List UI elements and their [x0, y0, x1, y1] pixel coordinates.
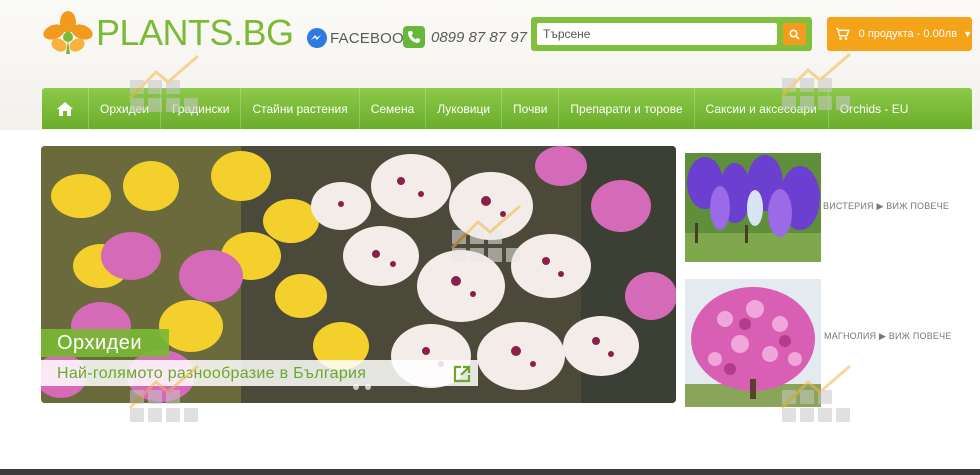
phone-contact[interactable]: 0899 87 87 97 [403, 26, 527, 48]
nav-item-pots-accessories[interactable]: Саксии и аксесоари [695, 88, 829, 129]
slider-dot[interactable] [353, 384, 359, 390]
nav-item-bulbs[interactable]: Луковици [426, 88, 503, 129]
page-bottom-border [0, 469, 980, 475]
slider-dots [353, 384, 371, 390]
slider-dot[interactable] [365, 384, 371, 390]
cart-button[interactable]: 0 продукта - 0.00лв ▼ [827, 17, 972, 51]
search-box [531, 17, 812, 51]
magnolia-label: МАГНОЛИЯ ▶ ВИЖ ПОВЕЧЕ [824, 331, 952, 341]
side-card-wisteria[interactable]: ВИСТЕРИЯ ▶ ВИЖ ПОВЕЧЕ [685, 153, 949, 262]
nav-item-seeds[interactable]: Семена [360, 88, 427, 129]
nav-home[interactable] [42, 88, 89, 129]
site-logo[interactable]: PLANTS.BG [42, 10, 294, 56]
search-input[interactable] [537, 23, 777, 45]
home-icon [57, 101, 73, 116]
nav-item-orchids-eu[interactable]: Orchids - EU [829, 88, 920, 129]
chevron-down-icon: ▼ [963, 29, 972, 39]
main-navigation: Орхидеи Градински Стайни растения Семена… [42, 88, 972, 129]
wisteria-label: ВИСТЕРИЯ ▶ ВИЖ ПОВЕЧЕ [823, 201, 950, 211]
search-button[interactable] [783, 23, 806, 45]
phone-number: 0899 87 87 97 [431, 28, 527, 46]
cart-summary: 0 продукта - 0.00лв [858, 28, 958, 40]
brand-name: PLANTS.BG [96, 12, 294, 53]
search-icon [789, 28, 800, 40]
phone-icon [403, 26, 425, 48]
magnolia-image [685, 279, 821, 407]
nav-item-indoor-plants[interactable]: Стайни растения [241, 88, 360, 129]
hero-slider[interactable]: Орхидеи Най-голямото разнообразие в Бълг… [41, 146, 676, 403]
hero-title: Орхидеи [57, 332, 143, 354]
nav-item-fertilizers[interactable]: Препарати и торове [559, 88, 695, 129]
external-link-icon[interactable] [453, 365, 471, 383]
orchid-logo-icon [43, 11, 93, 54]
messenger-icon [307, 28, 327, 48]
facebook-label: FACEBOOK [330, 29, 415, 47]
nav-item-orchids[interactable]: Орхидеи [89, 88, 161, 129]
wisteria-image [685, 153, 821, 262]
hero-subtitle: Най-голямото разнообразие в България [57, 365, 367, 382]
facebook-link[interactable]: FACEBOOK [306, 27, 414, 49]
cart-icon [835, 27, 850, 40]
side-card-magnolia[interactable]: МАГНОЛИЯ ▶ ВИЖ ПОВЕЧЕ [685, 279, 951, 407]
nav-item-garden[interactable]: Градински [161, 88, 242, 129]
nav-item-soils[interactable]: Почви [502, 88, 560, 129]
